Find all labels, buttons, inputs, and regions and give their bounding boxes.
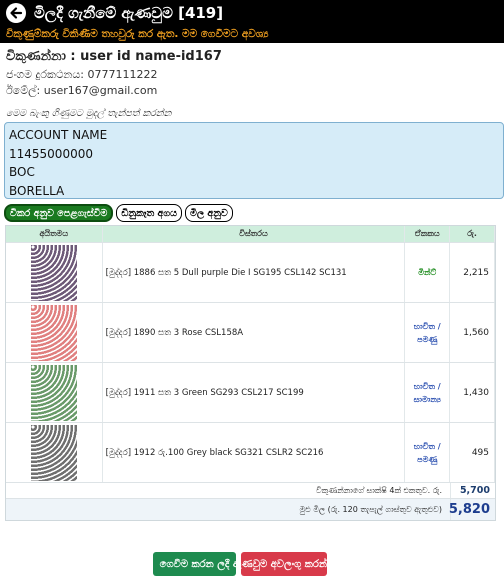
seller-phone-value: 0777111222	[87, 68, 158, 81]
bank-prompt: මෙම බැංකු ගිණුමට මුදල් තැන්පත් කරන්න	[6, 108, 172, 119]
table-row[interactable]: [මුද්දර] 1886 සත 5 Dull purple Die I SG1…	[6, 242, 495, 302]
arrow-left-icon	[10, 7, 23, 19]
header-description: විස්තරය	[103, 226, 406, 242]
item-unit: මින්ට්	[405, 243, 451, 302]
seller-email-row: ඊමේල්: user167@gmail.com	[6, 83, 496, 98]
item-price: 1,560	[450, 303, 495, 362]
total-value: 5,820	[449, 499, 495, 520]
sort-by-value-button[interactable]: ඩිනුකෑත අගය	[116, 204, 183, 222]
item-unit: භාවිත / සාමාන්‍ය	[405, 363, 451, 422]
subtotal-value: 5,700	[450, 483, 495, 498]
item-unit: භාවිත / පමණු	[405, 303, 451, 362]
bank-branch: BORELLA	[9, 183, 65, 198]
item-description: [මුද්දර] 1890 සත 3 Rose CSL158A	[103, 303, 406, 362]
bank-account-name: ACCOUNT NAME	[9, 128, 108, 142]
order-items-table: අයිතමය විස්තරය ඒකකය රු. [මුද්දර] 1886 සත…	[5, 225, 496, 521]
stamp-image[interactable]	[30, 244, 77, 301]
sort-by-order-button[interactable]: විකර අනුව පෙළගැස්වීම	[4, 204, 114, 222]
bank-details-box[interactable]: ACCOUNT NAME 11455000000 BOC BORELLA	[4, 122, 504, 199]
item-price: 495	[450, 423, 495, 482]
total-row: මුළු මිල (රු. 120 තැපැල් ගාස්තුව ඇතුළුව)…	[6, 498, 495, 520]
sort-buttons: විකර අනුව පෙළගැස්වීම ඩිනුකෑත අගය මිල අනු…	[4, 204, 233, 222]
header-price: රු.	[450, 226, 495, 242]
header-unit: ඒකකය	[405, 226, 451, 242]
order-actions: ගෙවීම කරන ලදී ඇණවුම අවලංගු කරන්න	[153, 552, 335, 576]
seller-email-value: user167@gmail.com	[43, 84, 158, 97]
sort-by-price-button[interactable]: මිල අනුව	[185, 204, 233, 222]
stamp-image[interactable]	[30, 304, 77, 361]
item-description: [මුද්දර] 1911 සත 3 Green SG293 CSL217 SC…	[103, 363, 406, 422]
status-notice: විකුණුම්කරු විකිණීම තහවුරු කර ඇත. මම ගෙව…	[0, 26, 504, 43]
seller-email-label: ඊමේල්:	[6, 84, 41, 97]
seller-name-row: විකුණන්නා : user id name-id167	[6, 48, 496, 66]
table-header: අයිතමය විස්තරය ඒකකය රු.	[6, 226, 495, 242]
title-bar: මිලදී ගැනීමේ ඇණවුම [419]	[0, 0, 504, 26]
table-row[interactable]: [මුද්දර] 1911 සත 3 Green SG293 CSL217 SC…	[6, 362, 495, 422]
stamp-image[interactable]	[30, 364, 77, 421]
seller-info: විකුණන්නා : user id name-id167 ජංගම දුරක…	[6, 48, 496, 98]
item-price: 2,215	[450, 243, 495, 302]
item-price: 1,430	[450, 363, 495, 422]
table-row[interactable]: [මුද්දර] 1890 සත 3 Rose CSL158A භාවිත / …	[6, 302, 495, 362]
seller-name-label: විකුණන්නා :	[6, 49, 76, 64]
bank-account-number: 11455000000	[9, 146, 93, 161]
seller-phone-row: ජංගම දුරකථනය: 0777111222	[6, 67, 496, 82]
item-description: [මුද්දර] 1886 සත 5 Dull purple Die I SG1…	[103, 243, 406, 302]
bank-name: BOC	[9, 165, 35, 179]
item-description: [මුද්දර] 1912 රු.100 Grey black SG321 CS…	[103, 423, 406, 482]
item-unit: භාවිත / පමණු	[405, 423, 451, 482]
subtotal-row: විකුණන්නාගේ සාක්ෂි 4ක් එකතුව. රු. 5,700	[6, 482, 495, 498]
seller-phone-label: ජංගම දුරකථනය:	[6, 68, 84, 81]
total-label: මුළු මිල (රු. 120 තැපැල් ගාස්තුව ඇතුළුව)	[299, 504, 442, 514]
payment-made-button[interactable]: ගෙවීම කරන ලදී	[153, 552, 236, 576]
subtotal-label: විකුණන්නාගේ සාක්ෂි 4ක් එකතුව. රු.	[315, 485, 442, 495]
table-row[interactable]: [මුද්දර] 1912 රු.100 Grey black SG321 CS…	[6, 422, 495, 482]
page-title: මිලදී ගැනීමේ ඇණවුම [419]	[34, 4, 224, 22]
stamp-image[interactable]	[30, 424, 77, 481]
seller-name-value: user id name-id167	[80, 49, 222, 64]
cancel-order-button[interactable]: ඇණවුම අවලංගු කරන්න	[233, 552, 335, 576]
header-item: අයිතමය	[6, 226, 103, 242]
back-button[interactable]	[6, 3, 26, 23]
